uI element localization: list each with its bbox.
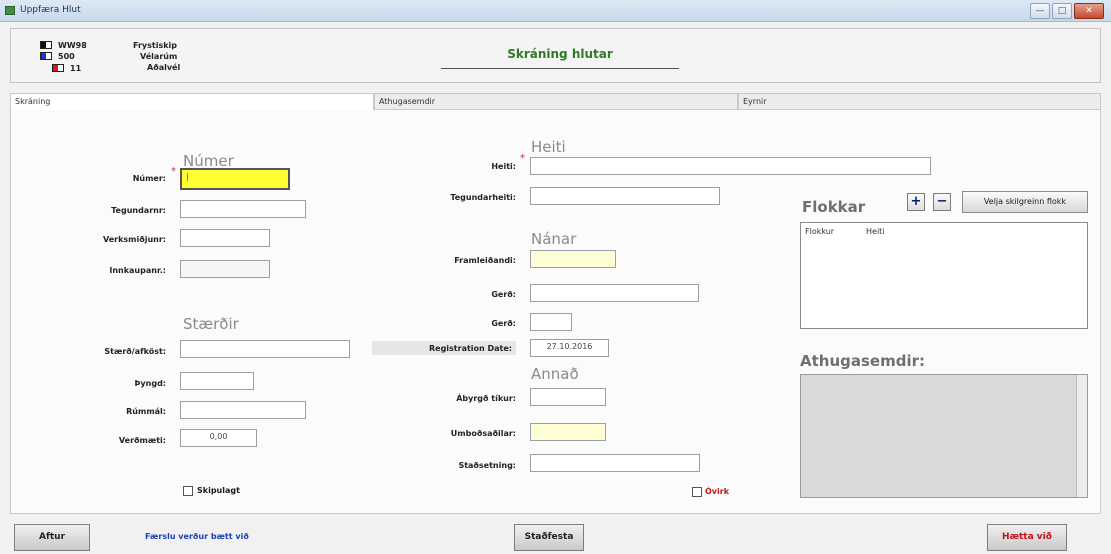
header-item-500: 500 xyxy=(58,52,75,61)
categories-list[interactable] xyxy=(800,222,1088,329)
regdate-input[interactable]: 27.10.2016 xyxy=(530,339,609,357)
title-underline xyxy=(441,68,679,69)
athugasemdir-title: Athugasemdir: xyxy=(800,352,926,370)
flokkar-title: Flokkar xyxy=(802,198,866,216)
section-nanar: Nánar xyxy=(531,230,577,248)
staerd-label: Stærð/afköst: xyxy=(104,347,166,356)
framleidandi-label: Framleiðandi: xyxy=(454,256,516,265)
thyngd-input[interactable] xyxy=(180,372,254,390)
verdmaeti-input[interactable]: 0,00 xyxy=(180,429,257,447)
status-notice: Færslu verður bætt við xyxy=(145,532,249,541)
tab-athugasemdir[interactable]: Athugasemdir xyxy=(374,93,738,110)
skipulagt-label: Skipulagt xyxy=(197,486,240,495)
numer-input[interactable]: | xyxy=(180,168,290,190)
stadsetning-input[interactable] xyxy=(530,454,700,472)
add-category-button[interactable]: + xyxy=(907,193,925,211)
app-icon xyxy=(5,6,15,15)
maximize-button[interactable]: □ xyxy=(1052,3,1072,19)
section-annad: Annað xyxy=(531,365,579,383)
numer-label: Númer: xyxy=(132,174,166,183)
thyngd-label: Þyngd: xyxy=(134,379,166,388)
ovirk-label: Óvirk xyxy=(705,487,730,496)
gerd-label: Gerð: xyxy=(491,290,516,299)
umbodsadili-label: Umboðsaðilar: xyxy=(450,429,516,438)
section-heiti: Heiti xyxy=(531,138,566,156)
blue-white-square-icon xyxy=(40,52,52,60)
categories-column-heiti[interactable]: Heiti xyxy=(866,227,885,236)
choose-category-button[interactable]: Velja skilgreinn flokk xyxy=(962,191,1088,213)
tegundarheiti-input[interactable] xyxy=(530,187,720,205)
section-staerdir: Stærðir xyxy=(183,315,239,333)
gerd-secondary-input[interactable] xyxy=(530,313,572,331)
regdate-label: Registration Date: xyxy=(428,344,512,353)
verksmidjunr-input[interactable] xyxy=(180,229,270,247)
minimize-button[interactable]: — xyxy=(1030,3,1050,19)
window-title: Uppfæra Hlut xyxy=(20,5,81,15)
back-button[interactable]: Aftur xyxy=(14,524,90,551)
tegundarnr-label: Tegundarnr: xyxy=(111,206,166,215)
comments-scrollbar[interactable] xyxy=(1076,375,1087,497)
verdmaeti-label: Verðmæti: xyxy=(118,436,166,445)
black-white-square-icon xyxy=(40,41,52,49)
heiti-label: Heiti: xyxy=(491,162,516,171)
tab-eyrnir[interactable]: Eyrnir xyxy=(738,93,1101,110)
required-marker: * xyxy=(520,153,525,164)
verksmidjunr-label: Verksmiðjunr: xyxy=(102,235,166,244)
tab-skraning[interactable]: Skráning xyxy=(10,93,374,110)
skipulagt-checkbox[interactable] xyxy=(183,486,193,496)
confirm-button[interactable]: Staðfesta xyxy=(514,524,584,551)
rummal-label: Rúmmál: xyxy=(126,407,166,416)
close-button[interactable]: ✕ xyxy=(1074,3,1104,19)
header-meta-line-3: Aðalvél xyxy=(147,63,181,72)
abyrgd-label: Ábyrgð tíkur: xyxy=(456,394,516,403)
framleidandi-input[interactable] xyxy=(530,250,616,268)
ovirk-checkbox[interactable] xyxy=(692,487,702,497)
header-item-ww98: WW98 xyxy=(58,41,87,50)
gerd-input[interactable] xyxy=(530,284,699,302)
innkaupanr-input[interactable] xyxy=(180,260,270,278)
page-title: Skráning hlutar xyxy=(507,47,613,61)
stadsetning-label: Staðsetning: xyxy=(458,461,516,470)
staerd-input[interactable] xyxy=(180,340,350,358)
header-meta-line-1: Frystiskip xyxy=(133,41,177,50)
title-bar xyxy=(0,0,1111,22)
gerd-secondary-label: Gerð: xyxy=(491,319,516,328)
header-meta-line-2: Vélarúm xyxy=(140,52,178,61)
innkaupanr-label: Innkaupanr.: xyxy=(109,266,166,275)
remove-category-button[interactable]: − xyxy=(933,193,951,211)
categories-column-flokkur[interactable]: Flokkur xyxy=(805,227,834,236)
umbodsadili-input[interactable] xyxy=(530,423,606,441)
comments-textarea[interactable] xyxy=(800,374,1088,498)
abyrgd-input[interactable] xyxy=(530,388,606,406)
cancel-button[interactable]: Hætta við xyxy=(987,524,1067,551)
required-marker: * xyxy=(171,166,176,177)
heiti-input[interactable] xyxy=(530,157,931,175)
red-white-square-icon xyxy=(52,64,64,72)
tegundarnr-input[interactable] xyxy=(180,200,306,218)
header-item-11: 11 xyxy=(70,64,82,73)
tegundarheiti-label: Tegundarheiti: xyxy=(450,193,516,202)
rummal-input[interactable] xyxy=(180,401,306,419)
